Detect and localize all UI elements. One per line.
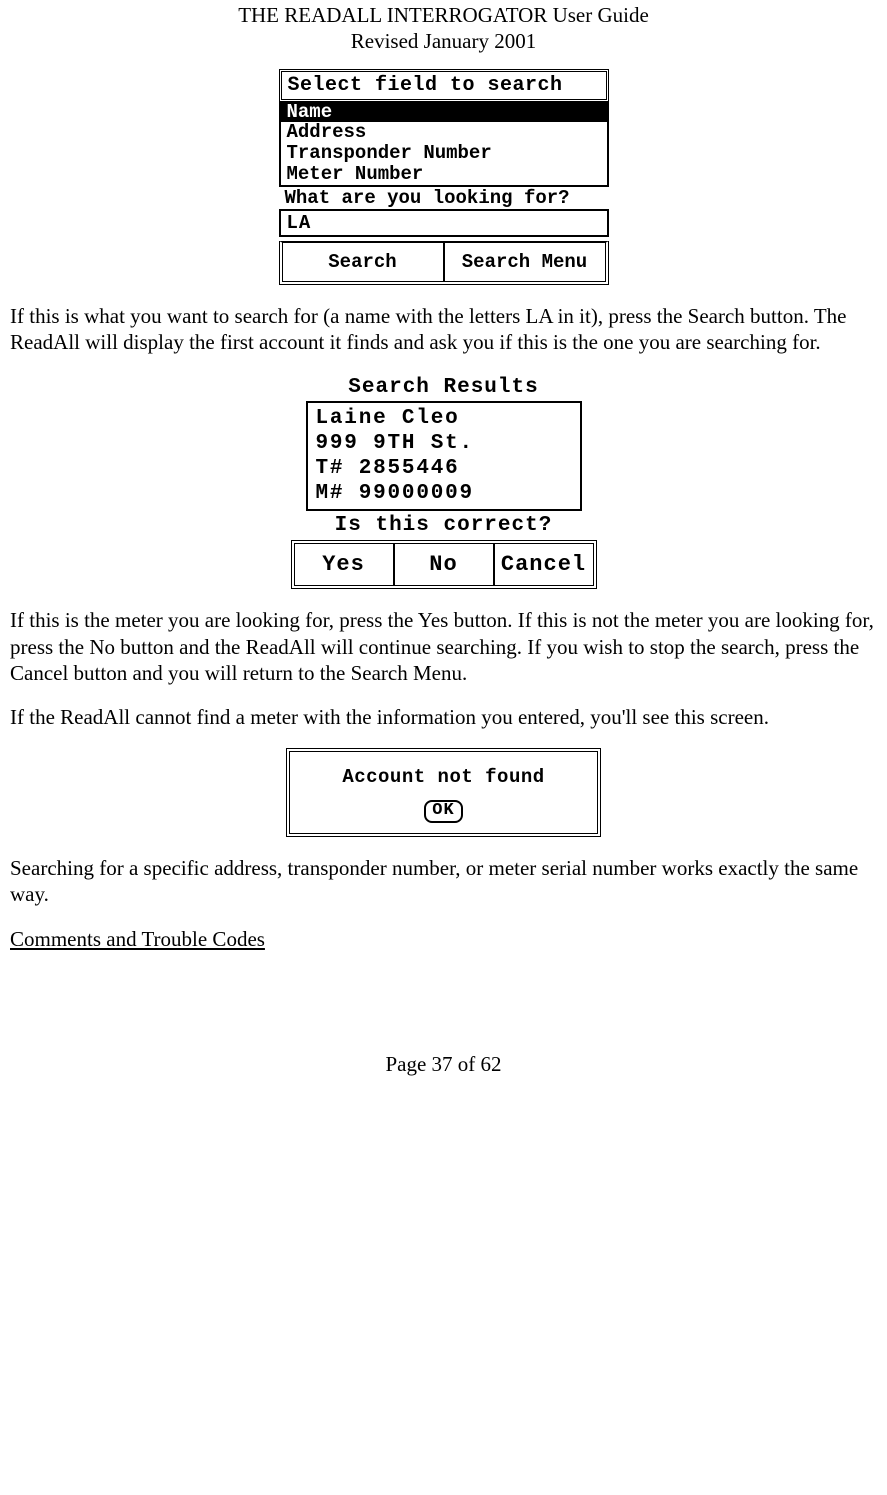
doc-revision: Revised January 2001 — [10, 28, 877, 54]
doc-title: THE READALL INTERROGATOR User Guide — [10, 2, 877, 28]
search-button[interactable]: Search — [283, 243, 443, 281]
screen1-title: Select field to search — [279, 69, 609, 102]
search-input[interactable]: LA — [279, 209, 609, 237]
result-box: Laine Cleo 999 9TH St. T# 2855446 M# 990… — [306, 401, 582, 512]
field-option-address[interactable]: Address — [281, 122, 607, 143]
field-option-meter[interactable]: Meter Number — [281, 164, 607, 185]
screen2-button-row: Yes No Cancel — [291, 540, 597, 589]
not-found-message: Account not found — [296, 766, 591, 788]
screen2-prompt: Is this correct? — [291, 511, 597, 540]
search-results-screen: Search Results Laine Cleo 999 9TH St. T#… — [291, 374, 597, 590]
paragraph-2: If this is the meter you are looking for… — [10, 607, 877, 686]
paragraph-1: If this is what you want to search for (… — [10, 303, 877, 356]
section-heading: Comments and Trouble Codes — [10, 926, 877, 952]
result-address: 999 9TH St. — [316, 431, 572, 456]
paragraph-3: If the ReadAll cannot find a meter with … — [10, 704, 877, 730]
yes-button[interactable]: Yes — [295, 544, 393, 585]
page-footer: Page 37 of 62 — [10, 1052, 877, 1077]
cancel-button[interactable]: Cancel — [493, 544, 593, 585]
paragraph-4: Searching for a specific address, transp… — [10, 855, 877, 908]
field-option-name[interactable]: Name — [281, 102, 607, 123]
field-list: Name Address Transponder Number Meter Nu… — [279, 102, 609, 188]
no-button[interactable]: No — [393, 544, 493, 585]
not-found-screen: Account not found OK — [286, 748, 601, 837]
search-menu-button[interactable]: Search Menu — [443, 243, 605, 281]
ok-button[interactable]: OK — [424, 800, 462, 823]
search-field-screen: Select field to search Name Address Tran… — [279, 69, 609, 286]
result-tnum: T# 2855446 — [316, 456, 572, 481]
result-name: Laine Cleo — [316, 406, 572, 431]
field-option-transponder[interactable]: Transponder Number — [281, 143, 607, 164]
page-header: THE READALL INTERROGATOR User Guide Revi… — [10, 2, 877, 55]
result-mnum: M# 99000009 — [316, 481, 572, 506]
screen2-title: Search Results — [291, 374, 597, 401]
screen1-button-row: Search Search Menu — [279, 241, 609, 285]
screen1-prompt: What are you looking for? — [279, 187, 609, 209]
